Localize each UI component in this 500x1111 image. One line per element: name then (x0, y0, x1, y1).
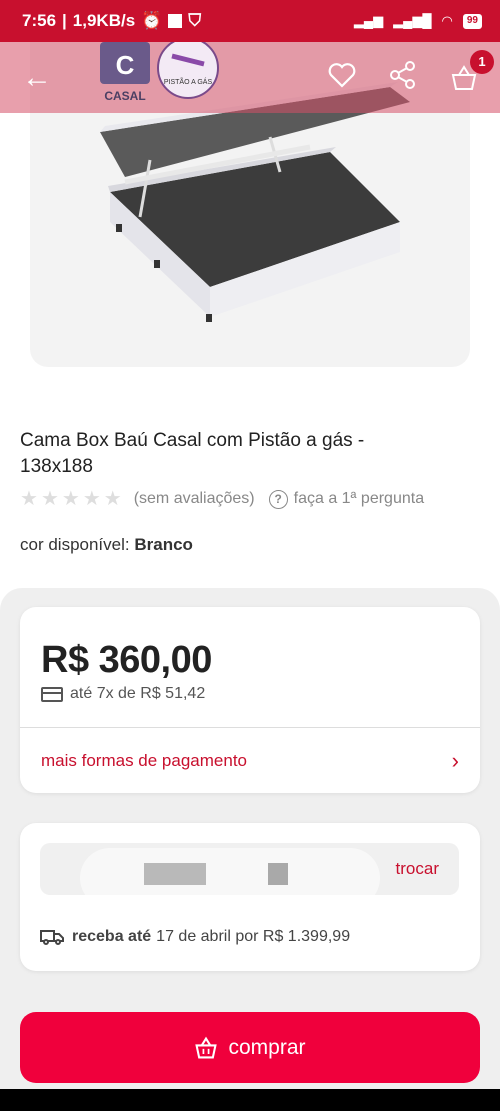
color-info: cor disponível: Branco (20, 535, 193, 555)
status-speed: 1,9KB/s (72, 11, 136, 30)
postal-code-field[interactable]: trocar (40, 843, 459, 908)
star-icon: ★ (103, 488, 122, 510)
battery-icon: 99 (462, 13, 482, 29)
rating-stars: ★ ★ ★ ★ ★ (20, 489, 122, 509)
ask-question-label: faça a 1ª pergunta (293, 490, 425, 507)
color-label: cor disponível: (20, 535, 130, 554)
wifi-icon: ◠ (441, 13, 453, 28)
ask-question-link[interactable]: ? faça a 1ª pergunta (268, 489, 425, 509)
product-logo: C CASAL PISTÃO A GÁS (96, 37, 221, 106)
price: R$ 360,00 (41, 639, 212, 681)
status-time: 7:56 (22, 11, 57, 30)
notification-icon (168, 14, 183, 28)
shield-icon: ⛉ (188, 11, 202, 30)
reviews-link[interactable]: (sem avaliações) (134, 490, 255, 508)
cart-count-badge: 1 (470, 49, 494, 74)
heart-icon[interactable] (328, 62, 356, 93)
signal-icon-2: ▂▄▆█ (393, 13, 432, 28)
star-icon: ★ (20, 488, 38, 510)
chevron-right-icon: › (451, 747, 459, 773)
truck-icon (40, 930, 64, 945)
system-nav-bar (0, 1089, 500, 1111)
back-arrow-icon[interactable]: ← (22, 61, 52, 95)
app-bar-actions: 1 (328, 49, 494, 94)
shipping-card: trocar receba até 17 de abril por R$ 1.3… (20, 823, 480, 971)
buy-button-label: comprar (228, 1035, 306, 1059)
installments-text: até 7x de R$ 51,42 (70, 685, 206, 702)
product-title: Cama Box Baú Casal com Pistão a gás - 13… (20, 430, 365, 477)
redacted-block (144, 863, 206, 885)
share-icon[interactable] (390, 61, 416, 94)
credit-card-icon (41, 686, 63, 702)
redacted-block (268, 863, 288, 885)
rating-row: ★ ★ ★ ★ ★ (sem avaliações) ? faça a 1ª p… (20, 489, 424, 509)
alarm-icon: ⏰ (141, 11, 163, 30)
star-icon: ★ (61, 488, 80, 510)
redacted-overlay (80, 848, 380, 908)
logo-badge-text: PISTÃO A GÁS (164, 77, 213, 86)
color-value: Branco (134, 535, 193, 554)
signal-icon: ▂▄▆ (353, 13, 384, 28)
status-right: ▂▄▆ ▂▄▆█ ◠ 99 (354, 13, 482, 29)
installments: até 7x de R$ 51,42 (41, 685, 205, 703)
logo-text: CASAL (104, 89, 145, 103)
star-icon: ★ (82, 488, 101, 510)
star-icon: ★ (40, 488, 59, 510)
delivery-estimate: receba até 17 de abril por R$ 1.399,99 (40, 928, 350, 946)
basket-icon (195, 1036, 218, 1058)
buy-button[interactable]: comprar (20, 1012, 480, 1083)
delivery-detail: 17 de abril por R$ 1.399,99 (156, 928, 351, 945)
delivery-label: receba até (72, 928, 152, 945)
cart-button[interactable]: 1 (450, 49, 494, 92)
more-payment-options[interactable]: mais formas de pagamento › (20, 728, 480, 793)
more-payment-label: mais formas de pagamento (41, 750, 247, 770)
logo-letter: C (116, 50, 135, 80)
price-card: R$ 360,00 até 7x de R$ 51,42 mais formas… (20, 607, 480, 793)
question-icon: ? (268, 489, 288, 509)
app-bar: ← C CASAL PISTÃO A GÁS 1 (0, 37, 500, 113)
change-postal-code-button[interactable]: trocar (396, 859, 439, 879)
status-left: 7:56 | 1,9KB/s ⏰ ⛉ (22, 11, 202, 30)
status-bar: 7:56 | 1,9KB/s ⏰ ⛉ ▂▄▆ ▂▄▆█ ◠ 99 (0, 0, 500, 42)
